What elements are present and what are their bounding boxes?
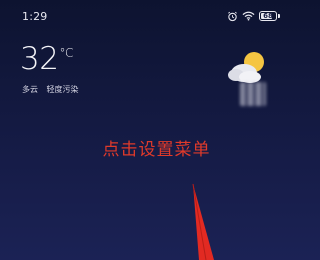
- weather-condition: 多云: [22, 85, 38, 94]
- battery-tip: [278, 14, 280, 18]
- status-icons: 68: [227, 9, 280, 23]
- blurred-region: [240, 82, 266, 106]
- annotation-label: 点击设置菜单: [102, 140, 211, 160]
- alarm-icon: [228, 11, 237, 21]
- air-quality: 轻度污染: [46, 85, 79, 94]
- battery-icon: 68: [259, 11, 277, 21]
- wifi-icon: [242, 11, 255, 21]
- annotation-text: 点击设置菜单: [0, 135, 289, 160]
- temperature-value: 32: [20, 41, 59, 77]
- status-bar: 1:29 68: [0, 0, 289, 34]
- phone-lock-screen: { "status_bar": { "time": "1:29", "icons…: [0, 0, 289, 260]
- weather-temperature[interactable]: 32°C: [20, 44, 73, 75]
- battery-level: 68: [263, 11, 273, 20]
- red-arrow-icon: [192, 183, 214, 260]
- status-time: 1:29: [22, 10, 48, 23]
- temperature-unit: °C: [59, 46, 73, 60]
- weather-description: 多云 轻度污染: [22, 84, 85, 95]
